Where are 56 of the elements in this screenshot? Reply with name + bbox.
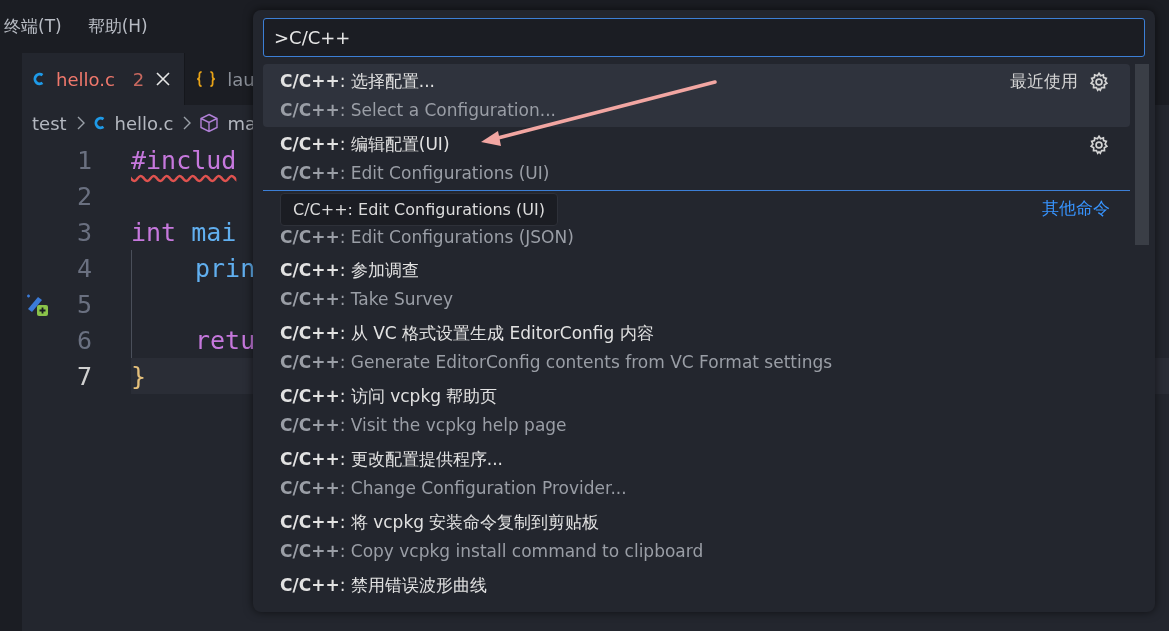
- command-input[interactable]: >C/C++: [263, 18, 1145, 57]
- tooltip: C/C++: Edit Configurations (UI): [280, 193, 558, 226]
- command-description: C/C++: Edit Configurations (JSON): [280, 226, 575, 249]
- editor-tab[interactable]: hello.c 2: [22, 53, 186, 105]
- command-description: C/C++: Select a Configuration...: [280, 99, 557, 122]
- command-description: C/C++: Generate EditorConfig contents from VC Format settings: [280, 351, 834, 374]
- code-text: #includ: [131, 145, 237, 175]
- command-item[interactable]: C/C++: 从 VC 格式设置生成 EditorConfig 内容 C/C++: Generate EditorConfig contents from VC Format settings: [263, 316, 1130, 379]
- command-description: C/C++: Change Configuration Provider...: [280, 477, 628, 500]
- line-number: 5: [75, 289, 92, 319]
- c-file-icon: [32, 70, 46, 88]
- command-item[interactable]: C/C++: 选择配置... 最近使用 C/C++: Select a Configuration...: [263, 64, 1130, 127]
- line-number: 4: [75, 253, 92, 283]
- command-description: C/C++: Visit the vcpkg help page: [280, 414, 568, 437]
- braces-icon: [195, 70, 218, 88]
- command-item[interactable]: C/C++: 更改配置提供程序... C/C++: Change Configuration Provider...: [263, 442, 1130, 505]
- command-item[interactable]: C/C++: 访问 vcpkg 帮助页 C/C++: Visit the vcpkg help page: [263, 379, 1130, 442]
- command-description: C/C++: Take Survey: [280, 288, 454, 311]
- command-title: C/C++: 从 VC 格式设置生成 EditorConfig 内容: [280, 322, 654, 345]
- settings-icon[interactable]: [1088, 70, 1110, 93]
- command-item[interactable]: C/C++: 禁用错误波形曲线: [263, 568, 1130, 612]
- command-description: C/C++: Edit Configurations (UI): [280, 162, 551, 185]
- close-icon[interactable]: [156, 72, 171, 86]
- command-title: C/C++: 选择配置...: [280, 70, 435, 93]
- menu-item[interactable]: 终端(T): [4, 15, 62, 38]
- command-item[interactable]: C/C++: 参加调查 C/C++: Take Survey: [263, 253, 1130, 316]
- chevron-right-icon: [183, 116, 192, 130]
- c-file-icon: [92, 114, 107, 132]
- menu-item[interactable]: 帮助(H): [87, 15, 148, 38]
- command-group-label: 其他命令: [1042, 197, 1110, 220]
- breadcrumb-item[interactable]: hello.c: [114, 112, 174, 134]
- code-text: retu: [195, 325, 256, 355]
- line-number: 2: [75, 181, 92, 211]
- command-title: C/C++: 禁用错误波形曲线: [280, 574, 487, 597]
- line-number: 1: [75, 145, 92, 175]
- chevron-right-icon: [76, 116, 85, 130]
- problem-count: 2: [132, 68, 145, 90]
- code-text: prin: [195, 253, 256, 283]
- command-description: C/C++: Copy vcpkg install command to clipboard: [280, 540, 705, 563]
- command-title: C/C++: 编辑配置(UI): [280, 133, 450, 156]
- command-title: C/C++: 更改配置提供程序...: [280, 448, 503, 471]
- command-title: C/C++: 将 vcpkg 安装命令复制到剪贴板: [280, 511, 600, 534]
- scrollbar-thumb[interactable]: [1135, 64, 1149, 245]
- command-item[interactable]: C/C++: 将 vcpkg 安装命令复制到剪贴板 C/C++: Copy vcpkg install command to clipboard: [263, 505, 1130, 568]
- command-group-label: 最近使用: [1010, 70, 1078, 93]
- line-number: 6: [75, 325, 92, 355]
- line-number: 3: [75, 217, 92, 247]
- settings-icon[interactable]: [1088, 133, 1110, 156]
- cube-icon: [199, 113, 220, 133]
- command-item[interactable]: C/C++: 编辑配置(UI) C/C++: Edit Configurations (UI): [263, 127, 1130, 190]
- line-number: 7: [75, 361, 92, 391]
- breadcrumb-item[interactable]: test: [32, 112, 67, 134]
- command-title: C/C++: 访问 vcpkg 帮助页: [280, 385, 498, 408]
- code-text: int mai: [131, 217, 237, 247]
- command-title: C/C++: 参加调查: [280, 259, 419, 282]
- code-text: }: [131, 361, 147, 391]
